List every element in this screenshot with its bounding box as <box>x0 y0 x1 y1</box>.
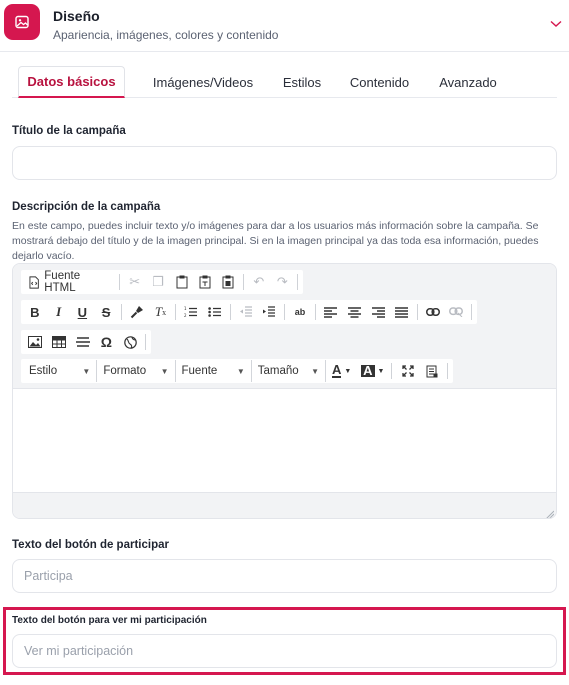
toolbar-separator <box>447 363 448 379</box>
paste-word-icon[interactable] <box>217 271 240 293</box>
toolbar-separator <box>314 304 316 320</box>
text-color-icon[interactable]: A ▼ <box>326 360 357 382</box>
language-direction-icon[interactable]: ab <box>288 301 312 323</box>
align-left-icon[interactable] <box>319 301 343 323</box>
remove-format-icon[interactable]: Tx <box>149 301 173 323</box>
strikethrough-icon[interactable]: S <box>94 301 118 323</box>
paste-text-icon[interactable] <box>193 271 216 293</box>
tab-estilos[interactable]: Estilos <box>278 66 326 98</box>
outdent-icon[interactable] <box>234 301 258 323</box>
font-dropdown-label: Fuente <box>181 365 218 377</box>
section-subtitle: Apariencia, imágenes, colores y contenid… <box>53 28 279 42</box>
dropdown-arrow-icon: ▼ <box>236 366 245 376</box>
numbered-list-icon[interactable]: 12 <box>179 301 203 323</box>
source-icon <box>29 275 39 289</box>
italic-icon[interactable]: I <box>47 301 71 323</box>
tab-imagenes-videos[interactable]: Imágenes/Videos <box>153 66 253 98</box>
link-icon[interactable] <box>421 301 445 323</box>
copy-icon[interactable]: ❐ <box>146 271 169 293</box>
toolbar-separator <box>118 274 120 290</box>
toolbar-separator <box>284 304 286 320</box>
toolbar-separator <box>297 274 298 290</box>
section-title: Diseño <box>53 8 100 24</box>
size-dropdown[interactable]: Tamaño ▼ <box>252 360 327 382</box>
campaign-title-label: Título de la campaña <box>12 125 126 137</box>
bold-icon[interactable]: B <box>23 301 47 323</box>
image-insert-icon[interactable] <box>23 331 47 353</box>
align-right-icon[interactable] <box>366 301 390 323</box>
campaign-title-input[interactable] <box>12 146 557 180</box>
toolbar-separator <box>471 304 473 320</box>
toolbar-group-insert: Ω <box>21 330 151 354</box>
toolbar-separator <box>416 304 418 320</box>
tab-avanzado[interactable]: Avanzado <box>436 66 500 98</box>
toolbar-separator <box>243 274 245 290</box>
horizontal-line-icon[interactable] <box>71 331 95 353</box>
table-icon[interactable] <box>47 331 71 353</box>
dropdown-arrow-icon: ▼ <box>160 366 169 376</box>
campaign-description-help: En este campo, puedes incluir texto y/o … <box>12 220 539 262</box>
indent-icon[interactable] <box>257 301 281 323</box>
show-blocks-icon[interactable] <box>420 360 444 382</box>
toolbar-separator <box>145 334 147 350</box>
source-html-label: Fuente HTML <box>44 270 81 294</box>
editor-toolbar: Fuente HTML ✂ ❐ ↶ ↷ B I U S T x 1 2 ab Ω… <box>13 264 556 389</box>
toolbar-separator <box>175 304 177 320</box>
background-color-icon[interactable]: A ▼ <box>357 360 388 382</box>
bulleted-list-icon[interactable] <box>203 301 227 323</box>
resize-grip-icon[interactable] <box>544 506 555 518</box>
copy-format-icon[interactable] <box>125 301 149 323</box>
editor-status-bar <box>13 492 556 518</box>
svg-text:2: 2 <box>184 313 187 318</box>
align-justify-icon[interactable] <box>390 301 414 323</box>
tab-datos-basicos[interactable]: Datos básicos <box>18 66 125 98</box>
font-dropdown[interactable]: Fuente ▼ <box>176 360 252 382</box>
editor-content-area[interactable] <box>13 390 556 492</box>
dropdown-arrow-icon: ▼ <box>82 366 91 376</box>
cut-icon[interactable]: ✂ <box>123 271 146 293</box>
maximize-icon[interactable] <box>395 360 419 382</box>
toolbar-separator <box>229 304 231 320</box>
toolbar-separator <box>391 363 393 379</box>
chevron-down-icon[interactable] <box>548 16 564 32</box>
tab-bar: Datos básicos Imágenes/Videos Estilos Co… <box>12 66 557 98</box>
toolbar-group-formatting: B I U S Tx 12 ab <box>21 300 477 324</box>
rich-text-editor: Fuente HTML ✂ ❐ ↶ ↷ B I U S T x 1 2 ab Ω… <box>12 263 557 519</box>
special-character-icon[interactable]: Ω <box>94 331 118 353</box>
dropdown-arrow-icon: ▼ <box>311 366 320 376</box>
underline-icon[interactable]: U <box>70 301 94 323</box>
participate-button-label: Texto del botón de participar <box>12 539 169 551</box>
redo-icon[interactable]: ↷ <box>271 271 294 293</box>
align-center-icon[interactable] <box>343 301 367 323</box>
format-dropdown-label: Formato <box>103 365 147 377</box>
toolbar-group-document: Fuente HTML ✂ ❐ ↶ ↷ <box>21 270 303 294</box>
style-dropdown[interactable]: Estilo ▼ <box>23 360 98 382</box>
toolbar-separator <box>120 304 122 320</box>
unlink-icon[interactable] <box>444 301 468 323</box>
format-dropdown[interactable]: Formato ▼ <box>97 360 176 382</box>
undo-icon[interactable]: ↶ <box>247 271 270 293</box>
section-header[interactable]: Diseño Apariencia, imágenes, colores y c… <box>0 0 569 52</box>
view-participation-input[interactable] <box>12 634 557 668</box>
tab-contenido[interactable]: Contenido <box>347 66 412 98</box>
size-dropdown-label: Tamaño <box>257 365 299 377</box>
style-dropdown-label: Estilo <box>29 365 58 377</box>
source-html-button[interactable]: Fuente HTML <box>23 270 116 294</box>
svg-text:1: 1 <box>184 306 187 311</box>
image-icon <box>4 4 40 40</box>
view-participation-label: Texto del botón para ver mi participació… <box>12 615 207 626</box>
paste-icon[interactable] <box>170 271 193 293</box>
iframe-globe-icon[interactable] <box>118 331 142 353</box>
participate-button-input[interactable] <box>12 559 557 593</box>
toolbar-group-styles: Estilo ▼ Formato ▼ Fuente ▼ Tamaño ▼ A ▼ … <box>21 359 453 383</box>
campaign-description-label: Descripción de la campaña <box>12 201 161 213</box>
